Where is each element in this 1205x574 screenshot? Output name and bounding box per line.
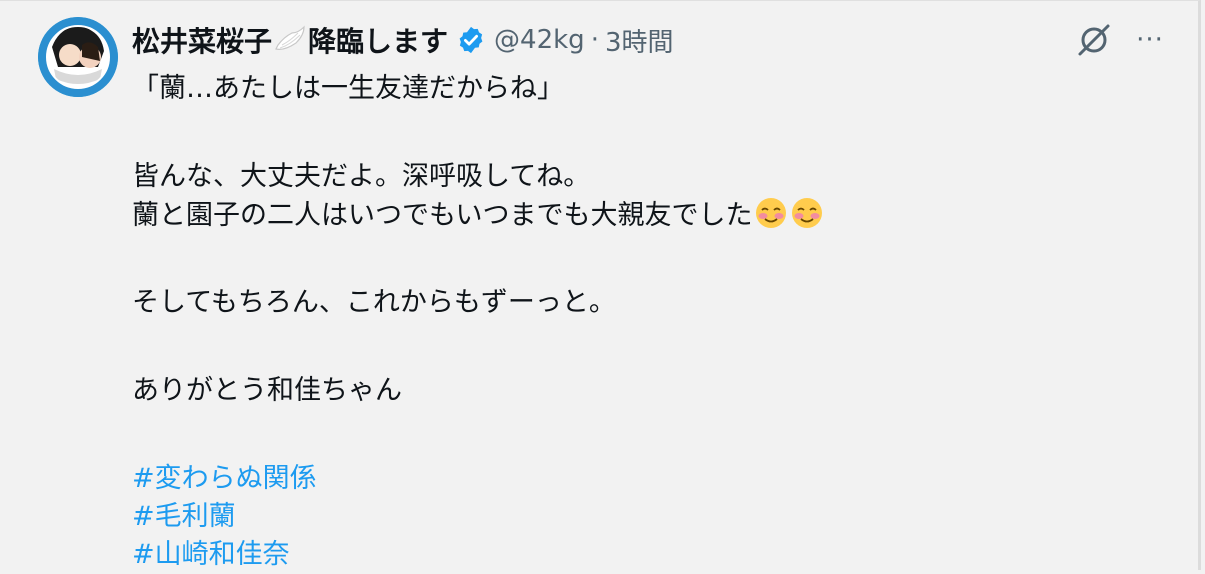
user-handle[interactable]: @42kg	[494, 25, 585, 55]
avatar[interactable]	[38, 17, 118, 97]
more-icon[interactable]: ···	[1128, 20, 1172, 60]
smiling-face-emoji	[754, 196, 788, 230]
tweet-line: 皆んな、大丈夫だよ。深呼吸してね。	[132, 161, 591, 192]
grok-icon[interactable]	[1074, 20, 1114, 60]
verified-badge-icon	[456, 25, 486, 55]
tweet-line: そしてもちろん、これからもずーっと。	[132, 287, 616, 318]
tweet-line: ありがとう和佳ちゃん	[132, 375, 402, 406]
hashtag-link[interactable]: #変わらぬ関係	[132, 460, 1172, 498]
timestamp[interactable]: 3時間	[605, 22, 674, 59]
smiling-face-emoji	[790, 196, 824, 230]
hashtag-link[interactable]: #毛利蘭	[132, 498, 1172, 536]
tweet-header: 松井菜桜子 降臨します @42kg · 3時間	[132, 20, 674, 60]
tweet-line-text: 蘭と園子の二人はいつでもいつまでも大親友でした	[132, 200, 753, 231]
display-name-suffix[interactable]: 降臨します	[308, 20, 448, 60]
tweet-text: 「蘭…あたしは一生友達だからね」 皆んな、大丈夫だよ。深呼吸してね。 蘭と園子の…	[132, 70, 1172, 574]
separator-dot: ·	[590, 25, 599, 55]
tweet-line: 「蘭…あたしは一生友達だからね」	[132, 73, 564, 104]
hashtag-link[interactable]: #山崎和佳奈	[132, 536, 1172, 574]
tweet-line-with-emoji: 蘭と園子の二人はいつでもいつまでも大親友でした	[132, 196, 1172, 234]
display-name[interactable]: 松井菜桜子	[132, 20, 272, 60]
wing-emoji	[274, 25, 306, 55]
